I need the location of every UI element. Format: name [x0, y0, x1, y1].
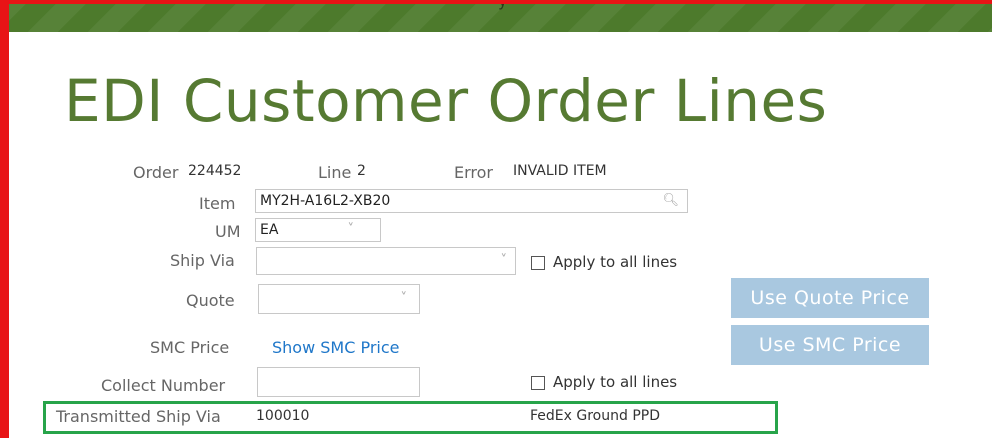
- search-icon[interactable]: 🔍︎: [662, 192, 679, 210]
- item-input[interactable]: MY2H-A16L2-XB20 🔍︎: [255, 189, 688, 213]
- error-value: INVALID ITEM: [513, 163, 607, 179]
- chevron-down-icon: ˅: [400, 291, 408, 306]
- collect-number-label: Collect Number: [101, 376, 226, 395]
- item-label: Item: [199, 194, 236, 213]
- um-select[interactable]: EA ˅: [255, 218, 381, 242]
- use-smc-price-button[interactable]: Use SMC Price: [731, 325, 929, 365]
- quote-label: Quote: [186, 291, 235, 310]
- ship-via-label: Ship Via: [170, 251, 235, 270]
- um-label: UM: [215, 222, 241, 241]
- ship-via-apply-all-checkbox[interactable]: [531, 256, 545, 270]
- transmitted-ship-via-label: Transmitted Ship Via: [56, 407, 221, 426]
- error-label: Error: [454, 163, 493, 182]
- line-label: Line: [318, 163, 352, 182]
- ship-via-select[interactable]: ˅: [256, 247, 516, 275]
- collect-number-input[interactable]: [257, 367, 420, 397]
- ship-via-apply-all-label: Apply to all lines: [553, 253, 678, 271]
- page-title: EDI Customer Order Lines: [64, 67, 828, 135]
- quote-select[interactable]: ˅: [258, 284, 420, 314]
- transmitted-ship-via-code: 100010: [256, 408, 310, 424]
- chevron-down-icon: ˅: [500, 253, 508, 268]
- item-value: MY2H-A16L2-XB20: [260, 193, 391, 209]
- order-label: Order: [133, 163, 179, 182]
- transmitted-ship-via-description: FedEx Ground PPD: [530, 408, 660, 424]
- collect-number-apply-all-label: Apply to all lines: [553, 373, 678, 391]
- red-highlight-top: [0, 0, 992, 4]
- collect-number-apply-all-checkbox[interactable]: [531, 376, 545, 390]
- order-value: 224452: [188, 163, 242, 179]
- smc-price-label: SMC Price: [150, 338, 230, 357]
- use-quote-price-button[interactable]: Use Quote Price: [731, 278, 929, 318]
- top-banner: [0, 0, 992, 32]
- show-smc-price-link[interactable]: Show SMC Price: [272, 338, 400, 357]
- um-value: EA: [260, 222, 279, 238]
- line-value: 2: [357, 163, 366, 179]
- chevron-down-icon: ˅: [347, 222, 355, 237]
- red-highlight-left: [0, 0, 9, 438]
